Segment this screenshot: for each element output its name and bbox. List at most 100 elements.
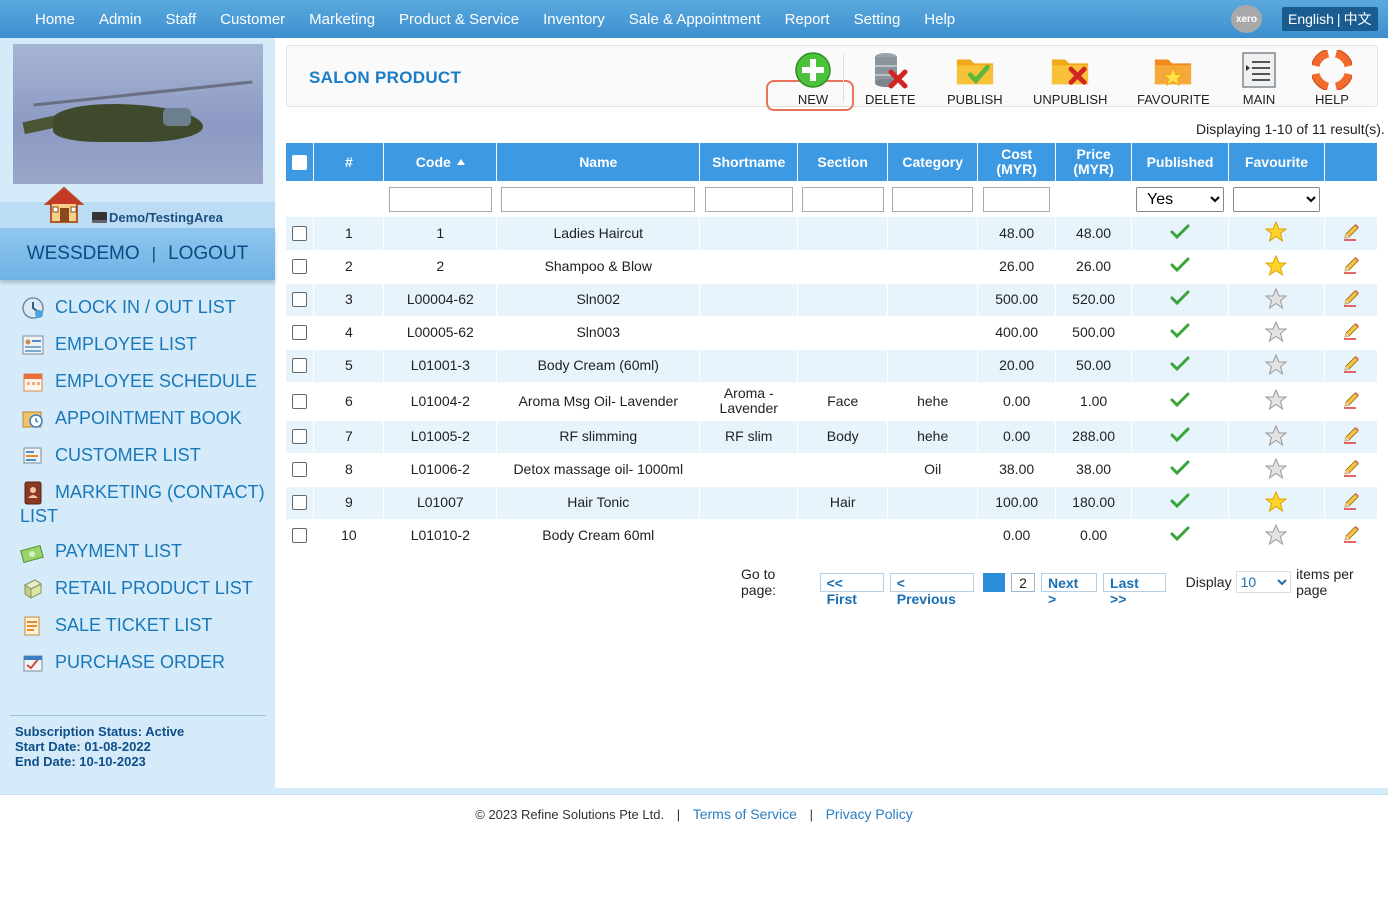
cell-published[interactable] [1131,486,1229,520]
username-link[interactable]: WESSDEMO [27,243,140,265]
cell-edit[interactable] [1324,382,1379,421]
top-menu-admin[interactable]: Admin [87,11,154,28]
cell-published[interactable] [1131,283,1229,317]
edit-pencil-icon[interactable] [1342,391,1360,412]
publish-button[interactable]: PUBLISH [947,50,1003,107]
filter-favourite-select[interactable] [1232,186,1320,212]
cell-published[interactable] [1131,382,1229,421]
cell-favourite[interactable] [1228,283,1325,317]
edit-pencil-icon[interactable] [1342,493,1360,513]
sidebar-item-employee-list[interactable]: EMPLOYEE LIST [20,333,270,357]
select-all-checkbox[interactable] [292,154,308,170]
row-checkbox[interactable] [292,429,308,445]
published-check-icon[interactable] [1170,526,1190,545]
sidebar-item-marketing-contact-list[interactable]: MARKETING (CONTACT) LIST [20,481,270,527]
published-check-icon[interactable] [1170,323,1190,342]
published-check-icon[interactable] [1170,460,1190,479]
published-check-icon[interactable] [1170,356,1190,375]
favourite-star-empty-icon[interactable] [1265,320,1288,345]
top-menu-help[interactable]: Help [912,11,967,28]
privacy-policy-link[interactable]: Privacy Policy [826,806,913,822]
header-shortname[interactable]: Shortname [699,143,799,181]
cell-edit[interactable] [1324,420,1379,454]
filter-shortname-input[interactable] [704,186,793,212]
favourite-star-empty-icon[interactable] [1265,457,1288,482]
edit-pencil-icon[interactable] [1342,257,1360,277]
published-check-icon[interactable] [1170,257,1190,276]
row-checkbox[interactable] [292,358,308,374]
edit-pencil-icon[interactable] [1342,290,1360,310]
filter-cost-input[interactable] [983,186,1051,212]
page-2-button[interactable]: 2 [1011,572,1035,592]
cell-published[interactable] [1131,349,1229,383]
row-select[interactable] [286,250,315,284]
header-code[interactable]: Code [383,143,498,181]
new-button[interactable]: NEW [793,50,833,107]
row-select[interactable] [286,217,315,251]
row-select[interactable] [286,316,315,350]
cell-favourite[interactable] [1228,420,1325,454]
row-select[interactable] [286,420,315,454]
table-row[interactable]: 5 L01001-3 Body Cream (60ml) 20.00 50.00 [286,349,1379,383]
home-house-icon[interactable] [44,186,84,224]
favourite-star-filled-icon[interactable] [1265,220,1288,245]
favourite-star-empty-icon[interactable] [1265,523,1288,548]
edit-pencil-icon[interactable] [1342,323,1360,343]
sidebar-item-clock-in-out-list[interactable]: CLOCK IN / OUT LIST [20,296,270,320]
row-checkbox[interactable] [292,259,308,275]
table-row[interactable]: 9 L01007 Hair Tonic Hair 100.00 180.00 [286,486,1379,520]
cell-favourite[interactable] [1228,316,1325,350]
edit-pencil-icon[interactable] [1342,460,1360,480]
cell-published[interactable] [1131,519,1229,553]
cell-edit[interactable] [1324,349,1379,383]
cell-edit[interactable] [1324,519,1379,553]
sidebar-item-appointment-book[interactable]: APPOINTMENT BOOK [20,407,270,431]
top-menu-customer[interactable]: Customer [208,11,297,28]
published-check-icon[interactable] [1170,392,1190,411]
header-cost[interactable]: Cost (MYR) [977,143,1057,181]
table-row[interactable]: 2 2 Shampoo & Blow 26.00 26.00 [286,250,1379,284]
table-row[interactable]: 4 L00005-62 Sln003 400.00 500.00 [286,316,1379,350]
previous-page-button[interactable]: < Previous [889,572,975,607]
filter-published-select[interactable]: Yes [1136,186,1225,212]
top-menu-marketing[interactable]: Marketing [297,11,387,28]
favourite-star-empty-icon[interactable] [1265,353,1288,378]
cell-edit[interactable] [1324,486,1379,520]
cell-edit[interactable] [1324,283,1379,317]
filter-name-input[interactable] [501,186,696,212]
cell-favourite[interactable] [1228,217,1325,251]
cell-edit[interactable] [1324,453,1379,487]
row-checkbox[interactable] [292,292,308,308]
cell-edit[interactable] [1324,217,1379,251]
row-select[interactable] [286,453,315,487]
header-favourite[interactable]: Favourite [1228,143,1325,181]
filter-code-input[interactable] [388,186,492,212]
favourite-star-empty-icon[interactable] [1265,424,1288,449]
sidebar-item-payment-list[interactable]: PAYMENT LIST [20,540,270,564]
row-select[interactable] [286,349,315,383]
favourite-star-filled-icon[interactable] [1265,490,1288,515]
lang-chinese-link[interactable]: 中文 [1344,9,1372,29]
sidebar-item-retail-product-list[interactable]: RETAIL PRODUCT LIST [20,577,270,601]
favourite-star-empty-icon[interactable] [1265,287,1288,312]
published-check-icon[interactable] [1170,493,1190,512]
row-select[interactable] [286,519,315,553]
main-button[interactable]: MAIN [1239,50,1279,107]
first-page-button[interactable]: << First [819,572,884,607]
filter-section-input[interactable] [801,186,884,212]
published-check-icon[interactable] [1170,290,1190,309]
cell-favourite[interactable] [1228,382,1325,421]
table-row[interactable]: 1 1 Ladies Haircut 48.00 48.00 [286,217,1379,251]
cell-published[interactable] [1131,420,1229,454]
cell-edit[interactable] [1324,316,1379,350]
row-checkbox[interactable] [292,325,308,341]
row-select[interactable] [286,382,315,421]
table-row[interactable]: 10 L01010-2 Body Cream 60ml 0.00 0.00 [286,519,1379,553]
table-row[interactable]: 7 L01005-2 RF slimming RF slim Body hehe 0.00 2… [286,420,1379,454]
header-category[interactable]: Category [887,143,979,181]
row-select[interactable] [286,283,315,317]
cell-edit[interactable] [1324,250,1379,284]
top-menu-inventory[interactable]: Inventory [531,11,617,28]
help-button[interactable]: HELP [1312,50,1352,107]
header-name[interactable]: Name [496,143,701,181]
